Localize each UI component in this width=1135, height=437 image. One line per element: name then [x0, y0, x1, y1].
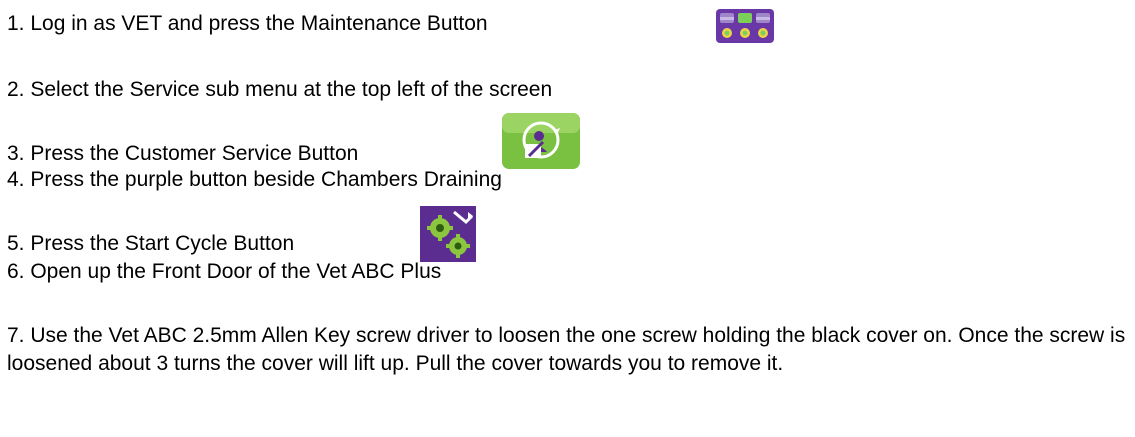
step-1-text: 1. Log in as VET and press the Maintenan… [7, 12, 488, 35]
step-5-text: 5. Press the Start Cycle Button [7, 232, 295, 255]
customer-service-icon [502, 113, 580, 169]
step-2-text: 2. Select the Service sub menu at the to… [7, 78, 553, 101]
maintenance-icon [716, 9, 774, 43]
start-cycle-icon [420, 206, 476, 262]
step-6-text: 6. Open up the Front Door of the Vet ABC… [7, 260, 442, 283]
step-3-text: 3. Press the Customer Service Button [7, 142, 359, 165]
step-4-text: 4. Press the purple button beside Chambe… [7, 168, 502, 191]
instruction-document: 1. Log in as VET and press the Maintenan… [0, 0, 1135, 437]
step-7-text: 7. Use the Vet ABC 2.5mm Allen Key screw… [7, 324, 1126, 375]
